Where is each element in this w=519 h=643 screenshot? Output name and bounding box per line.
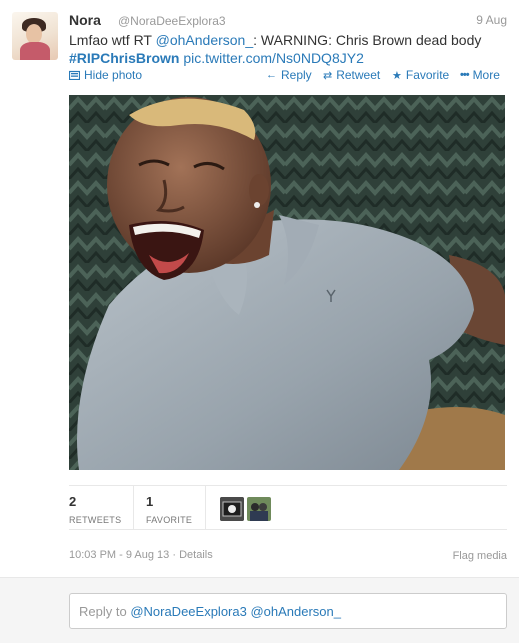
pic-link[interactable]: pic.twitter.com/Ns0NDQ8JY2 xyxy=(183,50,364,66)
more-button[interactable]: ••• More xyxy=(460,68,500,82)
tweet-text-middle: : WARNING: Chris Brown dead body xyxy=(253,32,482,48)
tweet-text-prefix: Lmfao wtf RT xyxy=(69,32,156,48)
favorites-stat[interactable]: 1 FAVORITE xyxy=(146,494,192,525)
retweets-label: RETWEETS xyxy=(69,515,122,525)
favorite-label: Favorite xyxy=(405,68,450,82)
retweet-icon: ⇄ xyxy=(323,69,333,82)
hide-photo-label: Hide photo xyxy=(84,68,143,82)
tweet-footer: 10:03 PM - 9 Aug 13 · Details xyxy=(69,549,213,561)
photo-icon xyxy=(69,70,80,80)
reply-label: Reply xyxy=(281,68,312,82)
dots-icon: ••• xyxy=(460,69,470,81)
user-name[interactable]: Nora xyxy=(69,12,101,28)
retweets-stat[interactable]: 2 RETWEETS xyxy=(69,494,121,525)
retweet-label: Retweet xyxy=(336,68,381,82)
stats-divider xyxy=(133,486,134,530)
hide-photo-button[interactable]: Hide photo xyxy=(69,68,142,82)
tweet-text: Lmfao wtf RT @ohAnderson_: WARNING: Chri… xyxy=(69,31,509,67)
avatar-face xyxy=(26,24,42,44)
user-avatar[interactable] xyxy=(12,12,58,60)
more-label: More xyxy=(472,68,500,82)
reply-input[interactable]: Reply to @NoraDeeExplora3 @ohAnderson_ xyxy=(69,593,507,629)
hashtag-link[interactable]: #RIPChrisBrown xyxy=(69,50,179,66)
reply-area: Reply to @NoraDeeExplora3 @ohAnderson_ xyxy=(0,578,519,643)
retweet-button[interactable]: ⇄ Retweet xyxy=(323,68,380,82)
tweet-stats: 2 RETWEETS 1 FAVORITE xyxy=(69,485,507,530)
full-timestamp: 10:03 PM - 9 Aug 13 xyxy=(69,549,170,561)
tweet-card: Nora @NoraDeeExplora3 9 Aug Lmfao wtf RT… xyxy=(0,0,519,578)
mention-link[interactable]: @ohAnderson_ xyxy=(156,32,254,48)
star-icon: ★ xyxy=(392,69,402,82)
stats-divider xyxy=(205,486,206,530)
footer-separator: · xyxy=(169,549,180,561)
reply-button[interactable]: ← Reply xyxy=(266,68,312,82)
retweets-count: 2 xyxy=(69,494,77,509)
details-link[interactable]: Details xyxy=(179,549,213,561)
favorite-button[interactable]: ★ Favorite xyxy=(392,68,449,82)
reply-arrow-icon: ← xyxy=(266,69,277,81)
reply-mentions: @NoraDeeExplora3 @ohAnderson_ xyxy=(130,604,341,619)
avatar-body xyxy=(20,42,50,60)
tweet-actions: Hide photo ← Reply ⇄ Retweet ★ Favorite … xyxy=(69,68,509,84)
reply-prefix: Reply to xyxy=(79,604,131,619)
user-handle[interactable]: @NoraDeeExplora3 xyxy=(118,14,226,28)
retweeter-avatar[interactable] xyxy=(247,497,271,521)
tweet-timestamp[interactable]: 9 Aug xyxy=(476,13,507,27)
favorites-label: FAVORITE xyxy=(146,515,193,525)
favorites-count: 1 xyxy=(146,494,154,509)
tweet-photo[interactable] xyxy=(69,95,505,470)
favoriter-avatar[interactable] xyxy=(220,497,244,521)
flag-media-link[interactable]: Flag media xyxy=(453,550,507,562)
